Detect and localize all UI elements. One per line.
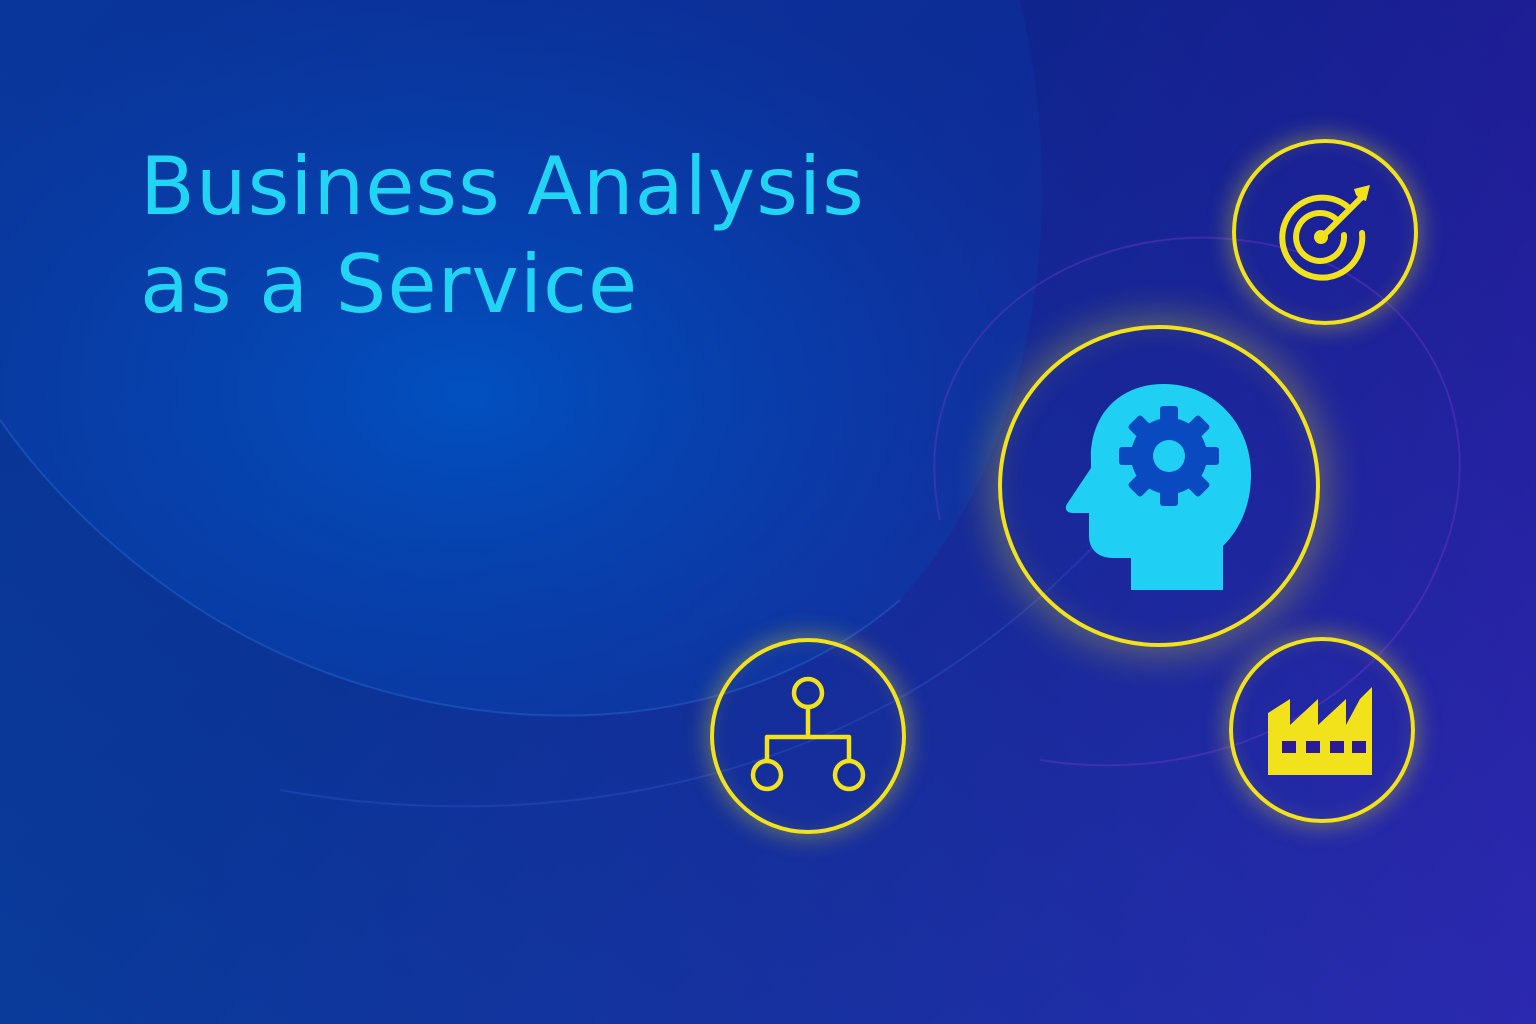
hierarchy-icon: [750, 676, 866, 792]
target-arrow-icon: [1279, 185, 1370, 281]
factory-icon: [1268, 687, 1372, 775]
title-line-2: as a Service: [140, 238, 639, 331]
title-line-1: Business Analysis: [140, 140, 865, 233]
head-circle: [998, 325, 1320, 647]
hierarchy-circle: [710, 638, 906, 834]
head-gear-icon: [1065, 384, 1251, 590]
page-title: Business Analysis as a Service: [140, 138, 865, 334]
target-circle: [1232, 139, 1418, 325]
factory-circle: [1229, 637, 1415, 823]
